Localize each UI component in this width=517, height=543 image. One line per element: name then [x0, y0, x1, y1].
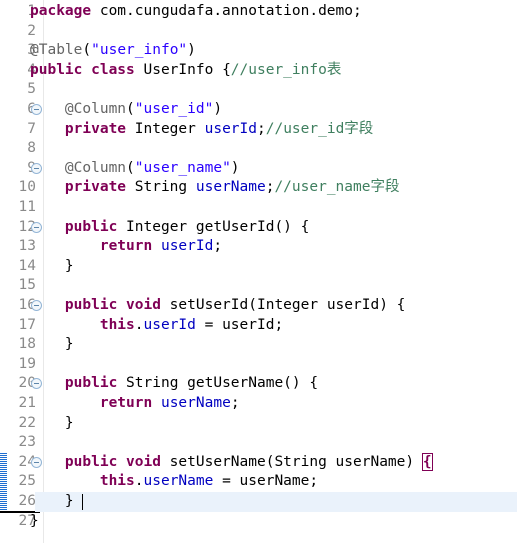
code-line[interactable]: }: [30, 335, 74, 355]
code-line[interactable]: public void setUserName(String userName)…: [30, 452, 433, 473]
code-token: ): [187, 42, 196, 59]
code-token: ;: [213, 238, 223, 255]
code-token: public void: [64, 297, 161, 313]
code-token: }: [30, 512, 39, 529]
code-token: }: [64, 257, 74, 274]
code-token: setUserName(String userName): [160, 453, 423, 470]
code-token: //user_id字段: [265, 120, 374, 137]
code-line[interactable]: private Integer userId;//user_id字段: [30, 120, 373, 140]
code-token: ;: [257, 120, 266, 137]
code-token: .: [134, 316, 144, 333]
code-line[interactable]: @Table("user_info"): [30, 41, 196, 61]
code-token: String: [126, 179, 196, 196]
code-line[interactable]: @Column("user_name"): [30, 159, 240, 179]
code-line[interactable]: public class UserInfo {//user_info表: [30, 61, 341, 81]
code-token: .: [134, 473, 144, 490]
code-token: {: [421, 452, 433, 471]
code-token: UserInfo {: [134, 61, 231, 78]
code-token: com.cungudafa.annotation.demo;: [91, 3, 362, 19]
code-token: (: [126, 159, 135, 176]
code-line[interactable]: this.userId = userId;: [30, 316, 283, 336]
code-line[interactable]: this.userName = userName;: [30, 472, 318, 492]
code-line[interactable]: public Integer getUserId() {: [30, 218, 309, 238]
code-line[interactable]: private String userName;//user_name字段: [30, 178, 400, 198]
code-token: "user_name": [134, 159, 231, 176]
code-line[interactable]: return userId;: [30, 237, 222, 257]
code-token: }: [64, 414, 74, 431]
code-token: public: [64, 218, 118, 235]
code-line[interactable]: @Column("user_id"): [30, 100, 222, 120]
code-token: public class: [30, 61, 135, 78]
code-token: "user_info": [91, 42, 188, 59]
code-token: return: [99, 238, 153, 255]
code-token: Integer: [126, 120, 205, 137]
code-token: ): [230, 159, 240, 176]
code-token: Integer getUserId() {: [117, 218, 310, 235]
code-line[interactable]: }: [30, 492, 74, 512]
code-token: ;: [230, 395, 240, 411]
code-token: }: [64, 493, 74, 509]
code-token: @Column: [64, 101, 127, 117]
code-token: setUserId(Integer userId) {: [160, 297, 406, 313]
code-token: //user_info表: [230, 61, 342, 78]
current-line-highlight: [35, 492, 517, 512]
code-line[interactable]: public String getUserName() {: [30, 374, 318, 394]
code-line[interactable]: }: [30, 414, 74, 434]
code-text-area[interactable]: package com.cungudafa.annotation.demo; @T…: [0, 0, 517, 543]
code-token: }: [64, 336, 74, 353]
code-token: return: [99, 395, 153, 411]
code-token: private: [64, 120, 127, 137]
code-token: this: [99, 316, 135, 333]
code-token: userId: [160, 238, 214, 255]
code-token: (: [126, 101, 135, 117]
code-line[interactable]: }: [30, 512, 39, 532]
code-token: userName: [143, 473, 214, 490]
code-token: package: [30, 3, 92, 19]
code-token: public void: [64, 453, 161, 470]
code-token: //user_name字段: [274, 179, 400, 196]
code-token: @Column: [64, 159, 127, 176]
code-token: "user_id": [134, 101, 214, 117]
code-line[interactable]: package com.cungudafa.annotation.demo;: [30, 2, 362, 22]
code-line[interactable]: return userName;: [30, 394, 240, 414]
code-token: @Table: [30, 42, 83, 59]
code-token: userName: [195, 179, 266, 196]
code-token: = userId;: [195, 316, 284, 333]
code-token: this: [99, 473, 135, 490]
code-line[interactable]: public void setUserId(Integer userId) {: [30, 296, 405, 316]
code-token: String getUserName() {: [117, 375, 319, 392]
code-token: userId: [143, 316, 196, 333]
text-cursor: [82, 494, 84, 510]
code-token: private: [64, 179, 127, 196]
code-token: = userName;: [213, 473, 319, 490]
code-token: ): [213, 101, 223, 117]
code-line[interactable]: }: [30, 257, 74, 277]
code-token: userName: [160, 395, 231, 411]
code-token: userId: [204, 120, 257, 137]
code-token: public: [64, 375, 118, 392]
code-token: (: [82, 42, 92, 59]
code-editor[interactable]: 1234567891011121314151617181920212223242…: [0, 0, 517, 543]
